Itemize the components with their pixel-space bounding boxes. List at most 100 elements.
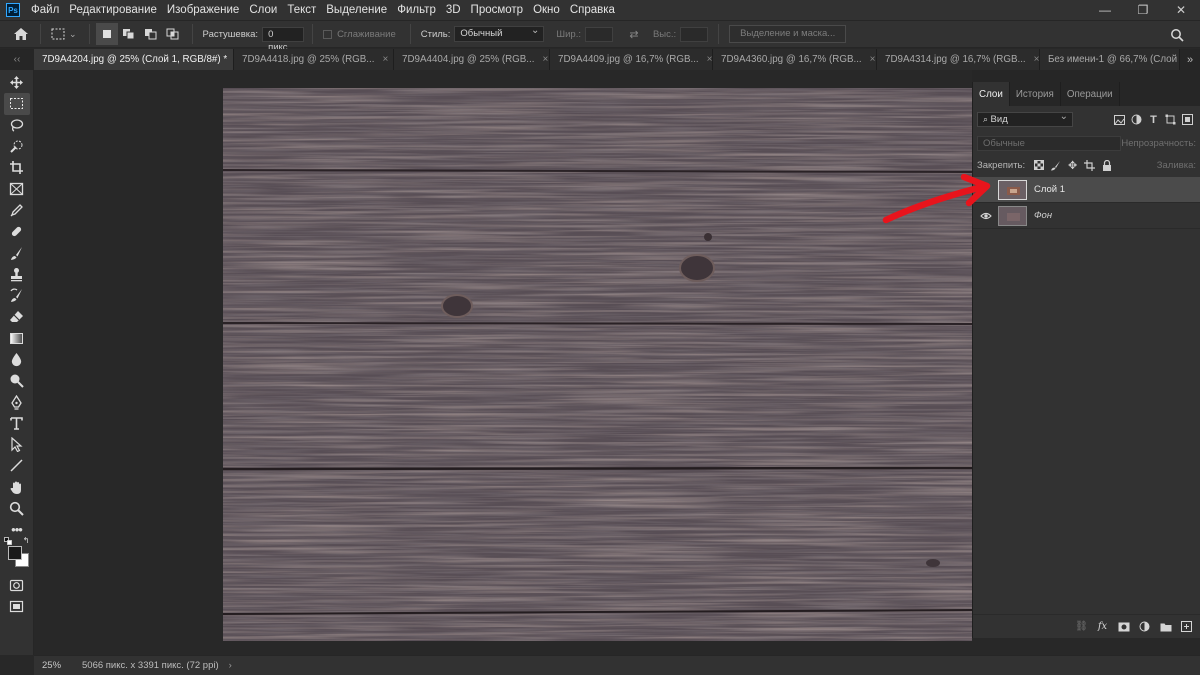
layer-thumbnail[interactable] — [998, 205, 1027, 226]
blur-tool-icon[interactable] — [4, 349, 30, 370]
brush-tool-icon[interactable] — [4, 242, 30, 263]
frame-tool-icon[interactable] — [4, 178, 30, 199]
new-layer-icon[interactable] — [1176, 618, 1197, 636]
add-mask-icon[interactable] — [1113, 618, 1134, 636]
crop-tool-icon[interactable] — [4, 157, 30, 178]
tab-document-4[interactable]: 7D9A4409.jpg @ 16,7% (RGB... × — [550, 49, 713, 70]
filter-pixel-icon[interactable] — [1111, 111, 1128, 128]
rectangular-marquee-tool-icon[interactable] — [3, 93, 30, 115]
lasso-tool-icon[interactable] — [4, 115, 30, 136]
tab-history[interactable]: История — [1010, 82, 1061, 106]
search-icon[interactable] — [1166, 24, 1188, 46]
default-colors-icon[interactable] — [3, 536, 14, 546]
hand-tool-icon[interactable] — [4, 477, 30, 498]
close-icon[interactable]: × — [707, 54, 712, 65]
marquee-preset-icon[interactable] — [47, 23, 69, 45]
layer-row-background[interactable]: Фон — [973, 203, 1200, 229]
menu-view[interactable]: Просмотр — [466, 0, 529, 20]
tab-document-7[interactable]: Без имени-1 @ 66,7% (Слой 1, RGB/8 — [1040, 49, 1180, 70]
pen-tool-icon[interactable] — [4, 391, 30, 412]
close-icon[interactable]: × — [542, 54, 548, 65]
new-selection-icon[interactable] — [95, 23, 118, 45]
panel-collapse-strip[interactable] — [972, 70, 1200, 82]
feather-input[interactable]: 0 пикс. — [262, 26, 305, 53]
healing-brush-tool-icon[interactable] — [4, 221, 30, 242]
zoom-level[interactable]: 25% — [34, 660, 70, 671]
foreground-color[interactable] — [7, 545, 22, 560]
layer-name[interactable]: Фон — [1034, 210, 1052, 221]
menu-file[interactable]: Файл — [26, 0, 64, 20]
menu-type[interactable]: Текст — [282, 0, 321, 20]
layer-style-icon[interactable]: fx — [1092, 618, 1113, 636]
filter-smart-object-icon[interactable] — [1179, 111, 1196, 128]
close-icon[interactable]: × — [870, 54, 876, 65]
select-and-mask-button[interactable]: Выделение и маска... — [729, 25, 847, 43]
quick-mask-icon[interactable] — [4, 575, 30, 596]
dodge-tool-icon[interactable] — [4, 370, 30, 391]
menu-filter[interactable]: Фильтр — [392, 0, 441, 20]
layer-filter-select[interactable]: ⌕ Вид — [977, 110, 1073, 127]
tab-document-6[interactable]: 7D9A4314.jpg @ 16,7% (RGB... × — [877, 49, 1040, 70]
layer-row-layer1[interactable]: Слой 1 — [973, 177, 1200, 203]
adjustment-layer-icon[interactable] — [1134, 618, 1155, 636]
eyedropper-tool-icon[interactable] — [4, 200, 30, 221]
lock-pixels-icon[interactable] — [1047, 157, 1064, 174]
menu-select[interactable]: Выделение — [321, 0, 392, 20]
type-tool-icon[interactable] — [4, 413, 30, 434]
layer-name[interactable]: Слой 1 — [1034, 184, 1065, 195]
style-select[interactable]: Обычный — [454, 24, 545, 42]
menu-help[interactable]: Справка — [565, 0, 620, 20]
close-icon[interactable]: × — [382, 54, 388, 65]
menu-3d[interactable]: 3D — [441, 0, 466, 20]
menu-image[interactable]: Изображение — [162, 0, 244, 20]
tab-layers[interactable]: Слои — [973, 82, 1010, 106]
subtract-selection-icon[interactable] — [140, 23, 162, 45]
menu-layers[interactable]: Слои — [244, 0, 282, 20]
close-window-icon[interactable]: ✕ — [1162, 0, 1200, 20]
path-selection-tool-icon[interactable] — [4, 434, 30, 455]
restore-icon[interactable]: ❐ — [1124, 0, 1162, 20]
document-canvas[interactable] — [223, 88, 972, 641]
filter-adjustment-icon[interactable] — [1128, 111, 1145, 128]
tab-document-3[interactable]: 7D9A4404.jpg @ 25% (RGB... × — [394, 49, 550, 70]
clone-stamp-tool-icon[interactable] — [4, 264, 30, 285]
status-menu-arrow[interactable]: › — [229, 660, 232, 671]
close-icon[interactable]: × — [1034, 54, 1039, 65]
lock-transparency-icon[interactable] — [1030, 157, 1047, 174]
quick-selection-tool-icon[interactable] — [4, 136, 30, 157]
toolbar-collapse-handle[interactable]: ‹‹ — [0, 49, 34, 70]
lock-all-icon[interactable] — [1098, 157, 1115, 174]
lock-position-icon[interactable]: ✥ — [1064, 157, 1081, 174]
add-selection-icon[interactable] — [118, 23, 140, 45]
layer-thumbnail[interactable] — [998, 179, 1027, 200]
line-tool-icon[interactable] — [4, 455, 30, 476]
photoshop-logo[interactable]: Ps — [6, 3, 20, 17]
tab-actions[interactable]: Операции — [1061, 82, 1120, 106]
blend-mode-select[interactable]: Обычные — [977, 135, 1122, 151]
move-tool-icon[interactable] — [4, 72, 30, 93]
link-layers-icon[interactable]: ⛓ — [1071, 618, 1092, 636]
width-input[interactable] — [584, 26, 613, 42]
antialias-checkbox[interactable] — [323, 29, 333, 39]
chevron-down-icon[interactable]: ⌄ — [69, 29, 77, 40]
menu-edit[interactable]: Редактирование — [64, 0, 162, 20]
new-group-icon[interactable] — [1155, 618, 1176, 636]
screen-mode-icon[interactable] — [4, 596, 30, 617]
tab-overflow-icon[interactable]: » — [1180, 49, 1200, 70]
lock-artboard-icon[interactable] — [1081, 157, 1098, 174]
filter-shape-icon[interactable] — [1162, 111, 1179, 128]
menu-window[interactable]: Окно — [528, 0, 565, 20]
eraser-tool-icon[interactable] — [4, 306, 30, 327]
tab-document-1[interactable]: 7D9A4204.jpg @ 25% (Слой 1, RGB/8#) *× — [34, 49, 234, 70]
tab-document-5[interactable]: 7D9A4360.jpg @ 16,7% (RGB... × — [713, 49, 877, 70]
home-icon[interactable] — [10, 23, 32, 45]
swap-colors-icon[interactable]: ↰ — [23, 536, 30, 545]
height-input[interactable] — [680, 26, 709, 42]
filter-type-icon[interactable]: T — [1145, 111, 1162, 128]
swap-icon[interactable]: ⇄ — [623, 23, 645, 45]
history-brush-tool-icon[interactable] — [4, 285, 30, 306]
zoom-tool-icon[interactable] — [4, 498, 30, 519]
intersect-selection-icon[interactable] — [162, 23, 184, 45]
gradient-tool-icon[interactable] — [4, 328, 30, 349]
minimize-icon[interactable]: — — [1086, 0, 1124, 20]
